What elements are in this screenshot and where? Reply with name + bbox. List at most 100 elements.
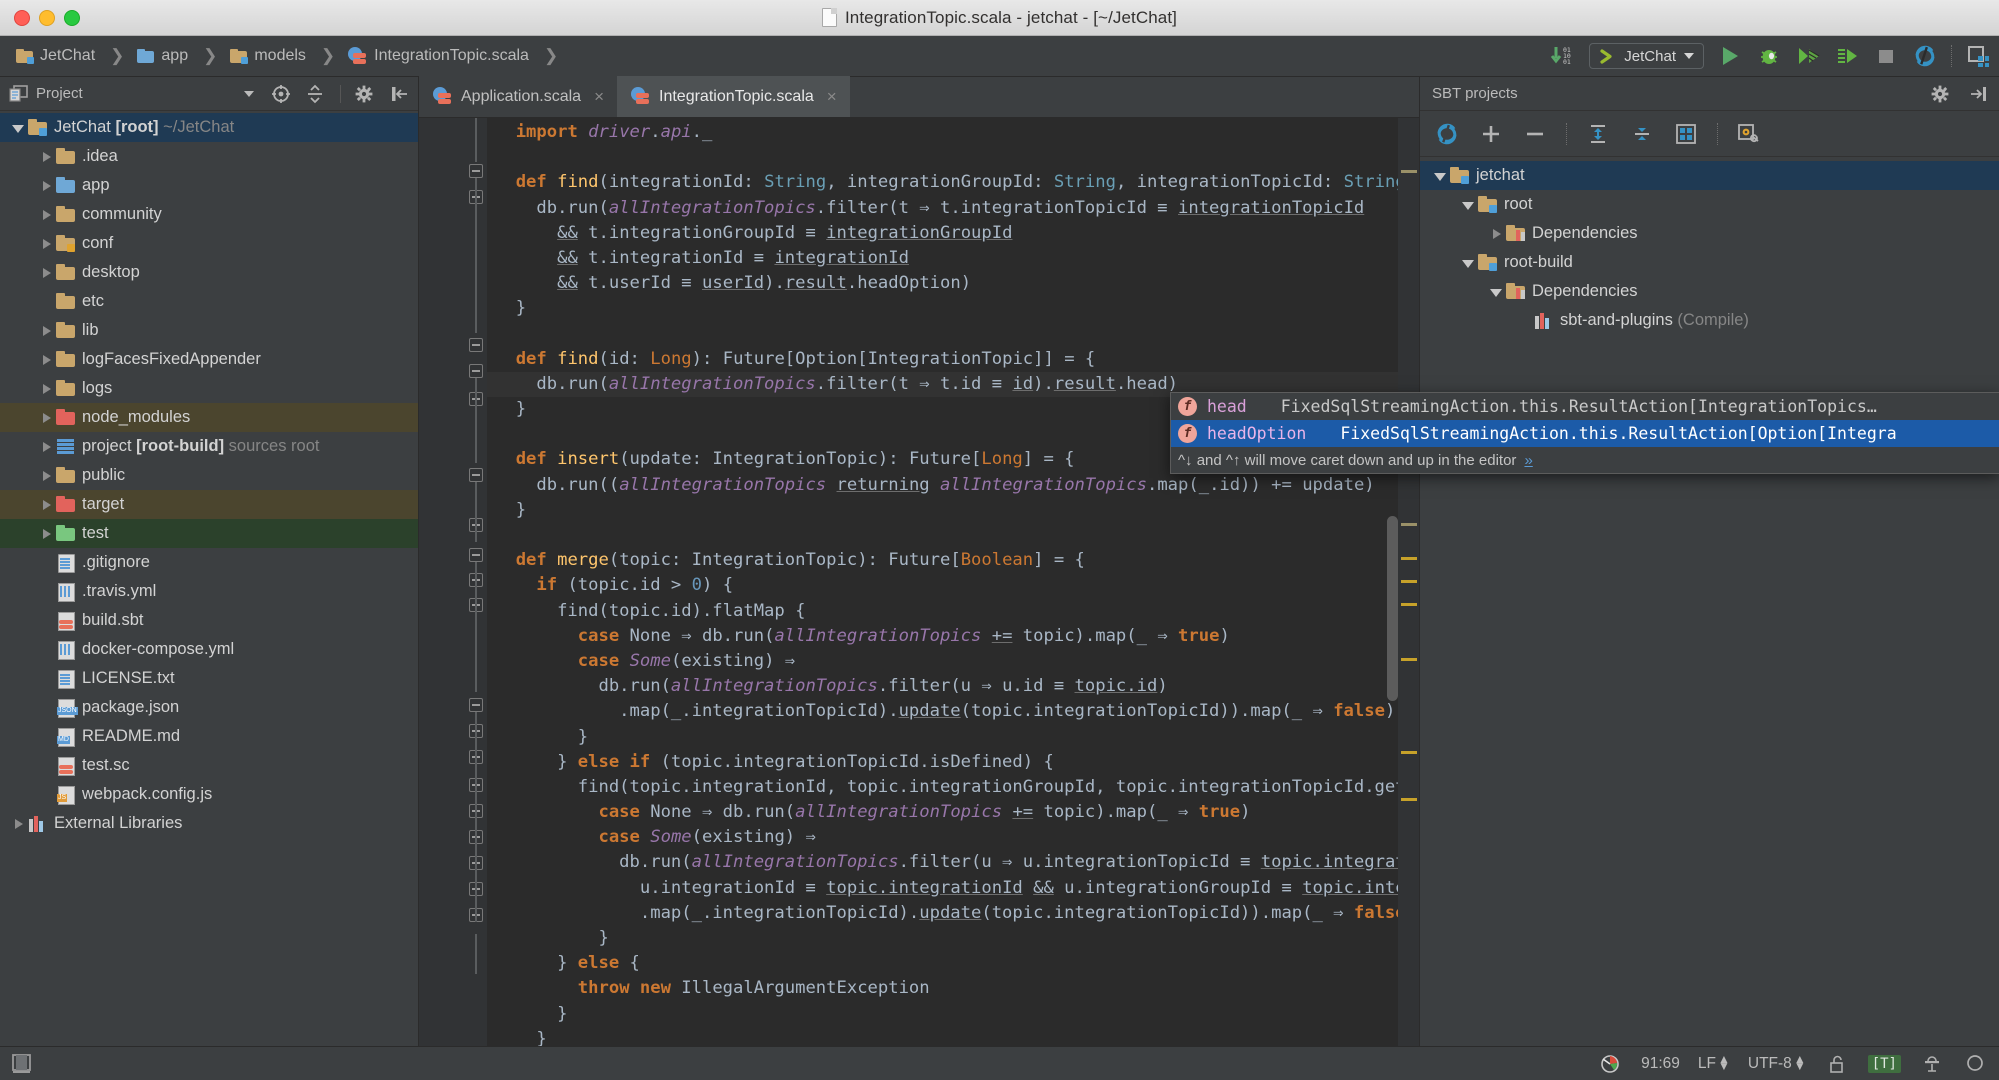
remove-icon[interactable] <box>1522 121 1548 147</box>
project-tree-item-node[interactable]: test <box>0 519 418 548</box>
code-line[interactable]: } <box>487 1002 1419 1027</box>
project-tree-item-node[interactable]: node_modules <box>0 403 418 432</box>
project-tree-item-node[interactable]: .travis.yml <box>0 577 418 606</box>
chevron-right-icon[interactable] <box>36 147 56 167</box>
code-line[interactable]: && t.userId ≡ userId).result.headOption) <box>487 271 1419 296</box>
breadcrumb-item-jetchat[interactable]: JetChat ❯ <box>10 43 131 69</box>
sbt-tree-item-node[interactable]: root-build <box>1420 248 1999 277</box>
source-code[interactable]: import driver.api._ def find(integration… <box>487 118 1419 1046</box>
collapse-all-icon[interactable] <box>302 81 328 107</box>
close-tab-icon[interactable]: × <box>827 87 837 107</box>
sbt-tree-item-node[interactable]: root <box>1420 190 1999 219</box>
code-line[interactable]: find(topic.id).flatMap { <box>487 599 1419 624</box>
code-line[interactable]: .map(_.integrationTopicId).update(topic.… <box>487 901 1419 926</box>
code-line[interactable]: def merge(topic: IntegrationTopic): Futu… <box>487 548 1419 573</box>
status-badge[interactable]: [T] <box>1867 1054 1901 1073</box>
chevron-right-icon[interactable] <box>36 350 56 370</box>
project-tree-item-node[interactable]: External Libraries <box>0 809 418 838</box>
breadcrumb-item-app[interactable]: app ❯ <box>131 43 224 69</box>
settings-build-icon[interactable] <box>1736 121 1762 147</box>
hide-panel-icon[interactable] <box>1965 81 1991 107</box>
code-folding-marker[interactable] <box>469 698 483 712</box>
code-line[interactable]: def find(id: Long): Future[Option[Integr… <box>487 347 1419 372</box>
code-line[interactable]: db.run(allIntegrationTopics.filter(t ⇒ t… <box>487 196 1419 221</box>
code-line[interactable]: def find(integrationId: String, integrat… <box>487 170 1419 195</box>
code-line[interactable] <box>487 145 1419 170</box>
chevron-down-icon[interactable] <box>1430 166 1450 186</box>
chevron-right-icon[interactable] <box>36 205 56 225</box>
code-line[interactable]: } <box>487 725 1419 750</box>
code-line[interactable]: && t.integrationId ≡ integrationId <box>487 246 1419 271</box>
project-tree-item-node[interactable]: etc <box>0 287 418 316</box>
completion-item-head[interactable]: f head FixedSqlStreamingAction.this.Resu… <box>1171 393 1999 420</box>
sync-button[interactable] <box>1912 43 1938 69</box>
code-line[interactable]: } <box>487 926 1419 951</box>
run-button[interactable] <box>1717 43 1743 69</box>
project-tree-item-node[interactable]: .gitignore <box>0 548 418 577</box>
chevron-right-icon[interactable] <box>36 466 56 486</box>
chevron-down-icon[interactable] <box>1486 282 1506 302</box>
code-line[interactable]: && t.integrationGroupId ≡ integrationGro… <box>487 221 1419 246</box>
project-tree-item-node[interactable]: logs <box>0 374 418 403</box>
chevron-right-icon[interactable] <box>36 379 56 399</box>
code-line[interactable] <box>487 523 1419 548</box>
hide-panel-icon[interactable] <box>387 81 413 107</box>
code-folding-marker[interactable] <box>469 338 483 352</box>
code-line[interactable]: case None ⇒ db.run(allIntegrationTopics … <box>487 800 1419 825</box>
chevron-right-icon[interactable] <box>36 524 56 544</box>
project-tree-item-node[interactable]: docker-compose.yml <box>0 635 418 664</box>
code-line[interactable]: find(topic.integrationId, topic.integrat… <box>487 775 1419 800</box>
search-icon[interactable] <box>1963 1051 1989 1077</box>
locate-icon[interactable] <box>268 81 294 107</box>
profile-button[interactable] <box>1834 43 1860 69</box>
code-line[interactable]: import driver.api._ <box>487 120 1419 145</box>
project-tree-item-node[interactable]: app <box>0 171 418 200</box>
code-line[interactable]: } else if (topic.integrationTopicId.isDe… <box>487 750 1419 775</box>
code-line[interactable]: } <box>487 296 1419 321</box>
code-line[interactable]: db.run(allIntegrationTopics.filter(u ⇒ u… <box>487 674 1419 699</box>
add-icon[interactable] <box>1478 121 1504 147</box>
sbt-tree-item-node[interactable]: Dependencies <box>1420 219 1999 248</box>
code-line[interactable]: } <box>487 498 1419 523</box>
code-line[interactable]: case Some(existing) ⇒ <box>487 649 1419 674</box>
project-tree-item-node[interactable]: JSON package.json <box>0 693 418 722</box>
chevron-down-icon[interactable] <box>8 118 28 138</box>
project-tree-item-node[interactable]: JetChat [root] ~/JetChat <box>0 113 418 142</box>
project-tree[interactable]: JetChat [root] ~/JetChat .idea app communit… <box>0 111 418 1046</box>
project-tree-item-node[interactable]: community <box>0 200 418 229</box>
code-folding-marker[interactable] <box>469 164 483 178</box>
chevron-right-icon[interactable] <box>36 437 56 457</box>
chevron-right-icon[interactable] <box>36 321 56 341</box>
chevron-right-icon[interactable] <box>1486 224 1506 244</box>
code-line[interactable]: .map(_.integrationTopicId).update(topic.… <box>487 699 1419 724</box>
run-configuration-selector[interactable]: JetChat <box>1589 43 1704 69</box>
error-stripe-marker-bar[interactable] <box>1398 118 1419 1046</box>
expand-all-icon[interactable] <box>1585 121 1611 147</box>
project-tree-item-node[interactable]: .idea <box>0 142 418 171</box>
sbt-tree-item-node[interactable]: Dependencies <box>1420 277 1999 306</box>
file-encoding[interactable]: UTF-8 ▲ ▼ <box>1748 1053 1806 1073</box>
chevron-down-icon[interactable] <box>1458 253 1478 273</box>
project-tree-item-node[interactable]: logFacesFixedAppender <box>0 345 418 374</box>
chevron-down-icon[interactable] <box>244 90 254 97</box>
code-folding-marker[interactable] <box>469 468 483 482</box>
code-line[interactable]: if (topic.id > 0) { <box>487 573 1419 598</box>
modules-icon[interactable] <box>1673 121 1699 147</box>
project-tree-item-node[interactable]: conf <box>0 229 418 258</box>
unlocked-icon[interactable] <box>1824 1051 1850 1077</box>
completion-item-headoption[interactable]: f headOption FixedSqlStreamingAction.thi… <box>1171 420 1999 447</box>
code-line[interactable]: case Some(existing) ⇒ <box>487 825 1419 850</box>
editor-gutter[interactable] <box>419 118 487 1046</box>
code-folding-marker[interactable] <box>469 548 483 562</box>
sbt-tree-item-node[interactable]: sbt-and-plugins (Compile) <box>1420 306 1999 335</box>
line-separator[interactable]: LF ▲ ▼ <box>1698 1053 1730 1073</box>
chevron-right-icon[interactable] <box>8 814 28 834</box>
refresh-icon[interactable] <box>1434 121 1460 147</box>
editor-tab-integrationtopic[interactable]: IntegrationTopic.scala × <box>617 76 850 117</box>
gear-icon[interactable] <box>353 81 379 107</box>
update-project-icon[interactable]: 01 10 01 <box>1550 43 1576 69</box>
project-tree-item-node[interactable]: target <box>0 490 418 519</box>
code-line[interactable]: db.run(allIntegrationTopics.filter(u ⇒ u… <box>487 850 1419 875</box>
editor-vertical-scrollbar[interactable] <box>1387 516 1398 701</box>
debug-button[interactable] <box>1756 43 1782 69</box>
